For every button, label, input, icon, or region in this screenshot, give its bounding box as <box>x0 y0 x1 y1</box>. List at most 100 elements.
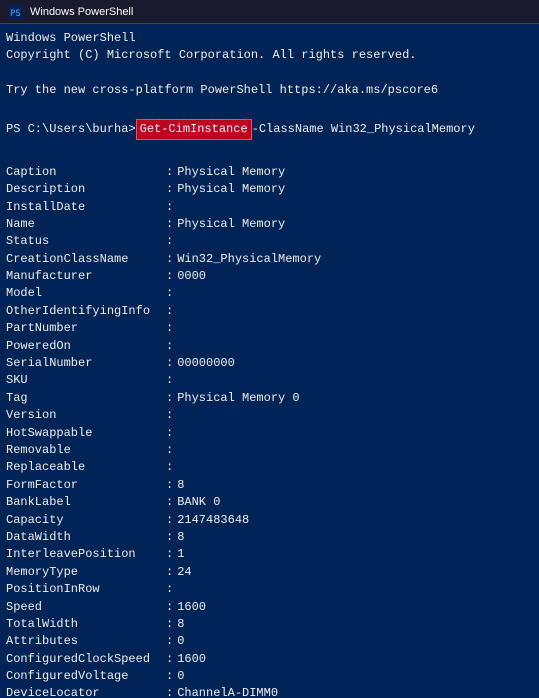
field-value: 8 <box>177 616 184 633</box>
field-row: BankLabel: BANK 0 <box>6 494 533 511</box>
field-value: 1600 <box>177 599 206 616</box>
field-row: Replaceable: <box>6 459 533 476</box>
field-name: DeviceLocator <box>6 685 166 698</box>
title-bar: PS Windows PowerShell <box>0 0 539 24</box>
field-value: 24 <box>177 564 191 581</box>
field-separator: : <box>166 459 173 476</box>
field-name: BankLabel <box>6 494 166 511</box>
field-value: 1600 <box>177 651 206 668</box>
field-separator: : <box>166 251 173 268</box>
field-row: Version: <box>6 407 533 424</box>
field-separator: : <box>166 355 173 372</box>
field-name: TotalWidth <box>6 616 166 633</box>
field-separator: : <box>166 512 173 529</box>
header-line4: Try the new cross-platform PowerShell ht… <box>6 82 533 99</box>
field-row: Speed: 1600 <box>6 599 533 616</box>
powershell-icon: PS <box>8 4 24 20</box>
field-name: Attributes <box>6 633 166 650</box>
field-value: 8 <box>177 477 184 494</box>
field-value: 0000 <box>177 268 206 285</box>
field-name: ConfiguredClockSpeed <box>6 651 166 668</box>
field-name: PositionInRow <box>6 581 166 598</box>
field-separator: : <box>166 216 173 233</box>
field-name: Version <box>6 407 166 424</box>
field-row: InterleavePosition: 1 <box>6 546 533 563</box>
field-separator: : <box>166 616 173 633</box>
field-separator: : <box>166 668 173 685</box>
field-separator: : <box>166 442 173 459</box>
field-separator: : <box>166 477 173 494</box>
field-separator: : <box>166 320 173 337</box>
field-row: SerialNumber: 00000000 <box>6 355 533 372</box>
field-row: DataWidth: 8 <box>6 529 533 546</box>
field-value: Physical Memory 0 <box>177 390 299 407</box>
console-area: Windows PowerShell Copyright (C) Microso… <box>0 24 539 698</box>
field-row: OtherIdentifyingInfo: <box>6 303 533 320</box>
field-value: Physical Memory <box>177 164 285 181</box>
field-row: InstallDate: <box>6 199 533 216</box>
field-separator: : <box>166 633 173 650</box>
field-row: PositionInRow: <box>6 581 533 598</box>
field-separator: : <box>166 338 173 355</box>
field-separator: : <box>166 581 173 598</box>
field-name: OtherIdentifyingInfo <box>6 303 166 320</box>
field-row: Manufacturer: 0000 <box>6 268 533 285</box>
header-line1: Windows PowerShell <box>6 30 533 47</box>
field-name: Name <box>6 216 166 233</box>
field-separator: : <box>166 199 173 216</box>
field-row: MemoryType: 24 <box>6 564 533 581</box>
field-row: Status: <box>6 233 533 250</box>
field-name: InterleavePosition <box>6 546 166 563</box>
field-row: Description: Physical Memory <box>6 181 533 198</box>
command-line: PS C:\Users\burha> Get-CimInstance -Clas… <box>6 119 533 140</box>
field-separator: : <box>166 303 173 320</box>
field-separator: : <box>166 285 173 302</box>
field-separator: : <box>166 564 173 581</box>
field-row: CreationClassName: Win32_PhysicalMemory <box>6 251 533 268</box>
field-value: 0 <box>177 633 184 650</box>
field-row: ConfiguredVoltage: 0 <box>6 668 533 685</box>
field-name: Removable <box>6 442 166 459</box>
field-name: MemoryType <box>6 564 166 581</box>
field-row: TotalWidth: 8 <box>6 616 533 633</box>
field-row: Tag: Physical Memory 0 <box>6 390 533 407</box>
empty-line3 <box>6 142 533 159</box>
field-separator: : <box>166 372 173 389</box>
field-value: Physical Memory <box>177 216 285 233</box>
field-separator: : <box>166 546 173 563</box>
field-row: Name: Physical Memory <box>6 216 533 233</box>
field-value: 0 <box>177 668 184 685</box>
field-name: Caption <box>6 164 166 181</box>
empty-line2 <box>6 100 533 117</box>
field-row: PoweredOn: <box>6 338 533 355</box>
field-row: Attributes: 0 <box>6 633 533 650</box>
field-row: ConfiguredClockSpeed: 1600 <box>6 651 533 668</box>
field-value: 00000000 <box>177 355 235 372</box>
field-name: InstallDate <box>6 199 166 216</box>
field-name: HotSwappable <box>6 425 166 442</box>
field-separator: : <box>166 529 173 546</box>
field-row: Capacity: 2147483648 <box>6 512 533 529</box>
field-separator: : <box>166 685 173 698</box>
field-name: SKU <box>6 372 166 389</box>
field-name: Capacity <box>6 512 166 529</box>
field-separator: : <box>166 425 173 442</box>
window-title: Windows PowerShell <box>30 6 133 18</box>
cmd-args: -ClassName Win32_PhysicalMemory <box>252 121 475 138</box>
field-name: DataWidth <box>6 529 166 546</box>
field-value: ChannelA-DIMM0 <box>177 685 278 698</box>
field-name: Manufacturer <box>6 268 166 285</box>
field-name: PartNumber <box>6 320 166 337</box>
field-value: Physical Memory <box>177 181 285 198</box>
field-separator: : <box>166 181 173 198</box>
field-value: BANK 0 <box>177 494 220 511</box>
field-value: 1 <box>177 546 184 563</box>
field-name: Replaceable <box>6 459 166 476</box>
field-separator: : <box>166 651 173 668</box>
field-row: Caption: Physical Memory <box>6 164 533 181</box>
field-name: PoweredOn <box>6 338 166 355</box>
field-separator: : <box>166 268 173 285</box>
cmd-keyword[interactable]: Get-CimInstance <box>136 119 252 140</box>
field-row: SKU: <box>6 372 533 389</box>
field-separator: : <box>166 407 173 424</box>
